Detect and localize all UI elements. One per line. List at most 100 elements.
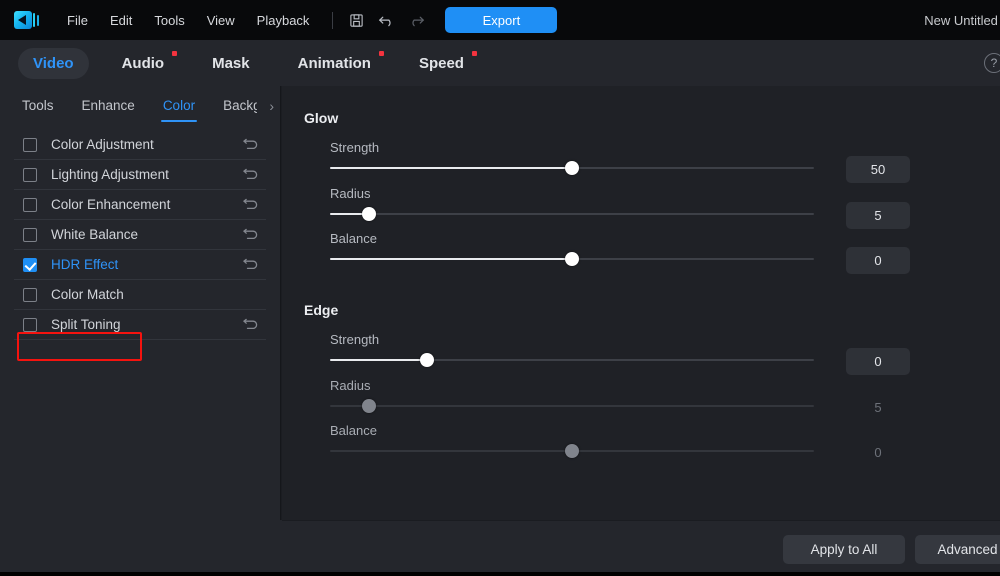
tab-mask-label: Mask [212,54,250,72]
slider-thumb[interactable] [565,161,579,175]
tab-speed[interactable]: Speed [404,48,479,79]
tab-audio-badge-dot [172,50,178,56]
group-edge: Edge Strength 0 Radius 5 Balance 0 [282,302,1000,460]
effect-label: Lighting Adjustment [51,167,169,182]
toolbar-divider [332,11,334,29]
effect-row-color-adjustment[interactable]: Color Adjustment [14,130,266,160]
slider-track[interactable] [330,252,814,266]
slider-edge-strength: Strength 0 [330,332,1000,375]
slider-label: Strength [330,140,380,155]
menu-item-playback[interactable]: Playback [246,9,321,32]
effect-checkbox[interactable] [23,317,37,332]
effects-list: Color Adjustment Lighting Adjustment Col… [0,130,280,340]
slider-label: Strength [330,332,380,347]
project-title: New Untitled Project [924,13,1000,28]
slider-fill [330,359,427,361]
effect-row-color-match[interactable]: Color Match [14,280,266,310]
slider-thumb[interactable] [419,353,434,367]
subtab-tools[interactable]: Tools [22,98,54,115]
slider-thumb[interactable] [565,252,579,266]
effect-label: Color Adjustment [51,137,154,152]
video-editor-window: File Edit Tools View Playback Export New… [0,0,1000,576]
effect-row-hdr-effect[interactable]: HDR Effect [14,250,266,280]
effect-row-color-enhancement[interactable]: Color Enhancement [14,190,266,220]
redo-icon[interactable] [403,7,429,33]
slider-glow-radius: Radius 5 [330,186,1000,229]
tab-speed-label: Speed [418,54,464,72]
effect-checkbox[interactable] [23,167,37,182]
slider-value-input[interactable]: 0 [846,348,910,375]
slider-edge-radius: Radius 5 [330,378,1000,415]
window-bottom-edge [0,572,1000,576]
effects-side-panel: Tools Enhance Color Backg › Color Adjust… [0,86,281,576]
slider-track[interactable] [330,353,814,367]
export-button[interactable]: Export [445,7,558,33]
reset-icon[interactable] [242,226,260,244]
sub-tab-bar: Tools Enhance Color Backg › [0,86,280,126]
effect-row-white-balance[interactable]: White Balance [14,220,266,250]
effect-label: Color Enhancement [51,197,171,212]
effect-row-split-toning[interactable]: Split Toning [14,310,266,340]
tab-mask[interactable]: Mask [197,48,265,79]
slider-glow-strength: Strength 50 [330,140,1000,183]
effect-row-lighting-adjustment[interactable]: Lighting Adjustment [14,160,266,190]
subtab-enhance[interactable]: Enhance [82,98,135,115]
group-glow: Glow Strength 50 Radius 5 Balance 0 [282,110,1000,274]
chevron-right-icon[interactable]: › [269,98,274,114]
slider-value-input: 5 [874,400,882,415]
slider-fill [330,450,572,452]
menu-item-edit[interactable]: Edit [99,9,143,32]
slider-fill [330,167,572,169]
slider-fill [330,258,572,260]
slider-value-input[interactable]: 0 [846,247,910,274]
group-title-glow: Glow [304,110,339,126]
slider-label: Radius [330,186,371,201]
subtab-background[interactable]: Backg [223,98,257,115]
tab-video-label: Video [33,54,74,72]
subtab-color[interactable]: Color [160,98,198,122]
effect-checkbox[interactable] [23,137,37,152]
save-icon[interactable] [343,7,369,33]
slider-label: Balance [330,231,377,246]
help-icon[interactable]: ? [984,53,1000,73]
effect-label: White Balance [51,227,139,242]
effect-checkbox[interactable] [23,257,37,272]
slider-track[interactable] [330,161,814,175]
slider-glow-balance: Balance 0 [330,231,1000,274]
tab-animation[interactable]: Animation [283,48,386,79]
menu-item-view[interactable]: View [196,9,246,32]
reset-icon[interactable] [242,166,260,184]
effect-checkbox[interactable] [23,287,37,302]
advanced-button[interactable]: Advanced [915,535,1000,564]
slider-value-input: 0 [874,445,882,460]
effect-checkbox[interactable] [23,197,37,212]
group-title-edge: Edge [304,302,339,318]
effect-checkbox[interactable] [23,227,37,242]
effect-label: Split Toning [51,317,121,332]
effect-label: HDR Effect [51,257,119,272]
undo-icon[interactable] [373,7,399,33]
tab-audio[interactable]: Audio [107,48,180,79]
slider-thumb [565,444,579,458]
reset-icon[interactable] [242,256,260,274]
slider-track [330,399,814,413]
reset-icon[interactable] [242,316,260,334]
effect-settings-panel: Glow Strength 50 Radius 5 Balance 0 Edge… [282,86,1000,520]
slider-value-input[interactable]: 50 [846,156,910,183]
reset-icon[interactable] [242,136,260,154]
apply-to-all-button[interactable]: Apply to All [783,535,905,564]
menu-item-file[interactable]: File [56,9,99,32]
tab-animation-badge-dot [378,50,384,56]
slider-label: Balance [330,423,377,438]
footer-bar: Apply to All Advanced [282,520,1000,576]
reset-icon[interactable] [242,196,260,214]
tab-speed-badge-dot [471,50,477,56]
slider-track [330,444,814,458]
menu-item-tools[interactable]: Tools [143,9,195,32]
effect-label: Color Match [51,287,124,302]
slider-track[interactable] [330,207,814,221]
slider-thumb[interactable] [361,207,376,221]
tab-animation-label: Animation [297,54,371,72]
tab-video[interactable]: Video [18,47,89,79]
slider-value-input[interactable]: 5 [846,202,910,229]
